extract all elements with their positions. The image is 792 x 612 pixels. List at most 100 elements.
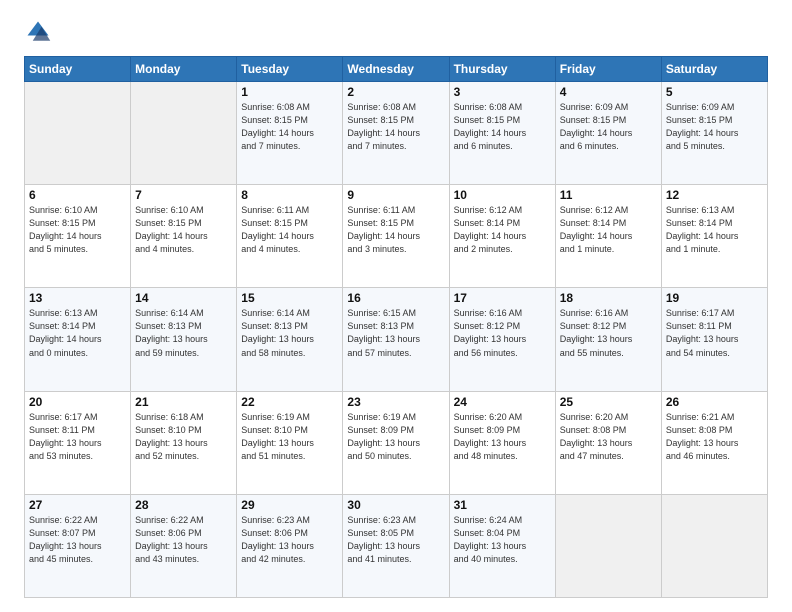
day-info: Sunrise: 6:15 AM Sunset: 8:13 PM Dayligh… [347, 307, 444, 359]
weekday-monday: Monday [131, 57, 237, 82]
weekday-friday: Friday [555, 57, 661, 82]
weekday-sunday: Sunday [25, 57, 131, 82]
day-cell: 7 Sunrise: 6:10 AM Sunset: 8:15 PM Daylig… [131, 185, 237, 288]
day-cell: 13Sunrise: 6:13 AM Sunset: 8:14 PM Dayli… [25, 288, 131, 391]
day-number: 15 [241, 291, 338, 305]
day-info: Sunrise: 6:17 AM Sunset: 8:11 PM Dayligh… [666, 307, 763, 359]
day-number: 14 [135, 291, 232, 305]
day-info: Sunrise: 6:10 AM Sunset: 8:15 PM Dayligh… [29, 204, 126, 256]
day-cell: 29 Sunrise: 6:23 AM Sunset: 8:06 PM Dayli… [237, 494, 343, 597]
day-info: Sunrise: 6:14 AM Sunset: 8:13 PM Dayligh… [241, 307, 338, 359]
day-info: Sunrise: 6:10 AM Sunset: 8:15 PM Dayligh… [135, 204, 232, 256]
day-info: Sunrise: 6:24 AM Sunset: 8:04 PM Dayligh… [454, 514, 551, 566]
day-cell: 16 Sunrise: 6:15 AM Sunset: 8:13 PM Dayli… [343, 288, 449, 391]
day-number: 1 [241, 85, 338, 99]
day-number: 31 [454, 498, 551, 512]
day-number: 22 [241, 395, 338, 409]
day-number: 17 [454, 291, 551, 305]
day-info: Sunrise: 6:16 AM Sunset: 8:12 PM Dayligh… [560, 307, 657, 359]
day-number: 16 [347, 291, 444, 305]
week-row-3: 13Sunrise: 6:13 AM Sunset: 8:14 PM Dayli… [25, 288, 768, 391]
day-cell: 10Sunrise: 6:12 AM Sunset: 8:14 PM Dayli… [449, 185, 555, 288]
logo [24, 18, 56, 46]
day-info: Sunrise: 6:19 AM Sunset: 8:09 PM Dayligh… [347, 411, 444, 463]
day-info: Sunrise: 6:11 AM Sunset: 8:15 PM Dayligh… [347, 204, 444, 256]
week-row-5: 27Sunrise: 6:22 AM Sunset: 8:07 PM Dayli… [25, 494, 768, 597]
weekday-wednesday: Wednesday [343, 57, 449, 82]
day-number: 29 [241, 498, 338, 512]
day-info: Sunrise: 6:16 AM Sunset: 8:12 PM Dayligh… [454, 307, 551, 359]
day-cell [131, 82, 237, 185]
page: SundayMondayTuesdayWednesdayThursdayFrid… [0, 0, 792, 612]
day-cell: 19 Sunrise: 6:17 AM Sunset: 8:11 PM Dayli… [661, 288, 767, 391]
logo-icon [24, 18, 52, 46]
day-number: 7 [135, 188, 232, 202]
day-number: 24 [454, 395, 551, 409]
day-info: Sunrise: 6:08 AM Sunset: 8:15 PM Dayligh… [241, 101, 338, 153]
day-cell: 25Sunrise: 6:20 AM Sunset: 8:08 PM Dayli… [555, 391, 661, 494]
day-cell: 1 Sunrise: 6:08 AM Sunset: 8:15 PM Daylig… [237, 82, 343, 185]
day-number: 30 [347, 498, 444, 512]
day-info: Sunrise: 6:17 AM Sunset: 8:11 PM Dayligh… [29, 411, 126, 463]
week-row-4: 20 Sunrise: 6:17 AM Sunset: 8:11 PM Dayli… [25, 391, 768, 494]
day-info: Sunrise: 6:21 AM Sunset: 8:08 PM Dayligh… [666, 411, 763, 463]
day-number: 26 [666, 395, 763, 409]
day-number: 4 [560, 85, 657, 99]
day-info: Sunrise: 6:20 AM Sunset: 8:09 PM Dayligh… [454, 411, 551, 463]
day-number: 12 [666, 188, 763, 202]
day-cell: 18 Sunrise: 6:16 AM Sunset: 8:12 PM Dayli… [555, 288, 661, 391]
day-number: 3 [454, 85, 551, 99]
day-info: Sunrise: 6:09 AM Sunset: 8:15 PM Dayligh… [666, 101, 763, 153]
day-cell: 12 Sunrise: 6:13 AM Sunset: 8:14 PM Dayli… [661, 185, 767, 288]
day-cell: 24 Sunrise: 6:20 AM Sunset: 8:09 PM Dayli… [449, 391, 555, 494]
day-number: 23 [347, 395, 444, 409]
day-number: 13 [29, 291, 126, 305]
day-cell: 27Sunrise: 6:22 AM Sunset: 8:07 PM Dayli… [25, 494, 131, 597]
day-cell [661, 494, 767, 597]
day-number: 11 [560, 188, 657, 202]
day-info: Sunrise: 6:12 AM Sunset: 8:14 PM Dayligh… [560, 204, 657, 256]
day-info: Sunrise: 6:12 AM Sunset: 8:14 PM Dayligh… [454, 204, 551, 256]
day-cell: 21Sunrise: 6:18 AM Sunset: 8:10 PM Dayli… [131, 391, 237, 494]
weekday-row: SundayMondayTuesdayWednesdayThursdayFrid… [25, 57, 768, 82]
day-cell: 26 Sunrise: 6:21 AM Sunset: 8:08 PM Dayli… [661, 391, 767, 494]
day-cell: 17 Sunrise: 6:16 AM Sunset: 8:12 PM Dayli… [449, 288, 555, 391]
day-cell: 31 Sunrise: 6:24 AM Sunset: 8:04 PM Dayli… [449, 494, 555, 597]
day-number: 20 [29, 395, 126, 409]
day-cell: 23 Sunrise: 6:19 AM Sunset: 8:09 PM Dayli… [343, 391, 449, 494]
calendar-header: SundayMondayTuesdayWednesdayThursdayFrid… [25, 57, 768, 82]
day-cell: 14Sunrise: 6:14 AM Sunset: 8:13 PM Dayli… [131, 288, 237, 391]
day-cell: 20 Sunrise: 6:17 AM Sunset: 8:11 PM Dayli… [25, 391, 131, 494]
day-cell: 2 Sunrise: 6:08 AM Sunset: 8:15 PM Daylig… [343, 82, 449, 185]
day-cell: 8Sunrise: 6:11 AM Sunset: 8:15 PM Daylig… [237, 185, 343, 288]
day-cell: 30Sunrise: 6:23 AM Sunset: 8:05 PM Dayli… [343, 494, 449, 597]
day-info: Sunrise: 6:23 AM Sunset: 8:06 PM Dayligh… [241, 514, 338, 566]
day-cell: 28Sunrise: 6:22 AM Sunset: 8:06 PM Dayli… [131, 494, 237, 597]
day-number: 18 [560, 291, 657, 305]
day-info: Sunrise: 6:20 AM Sunset: 8:08 PM Dayligh… [560, 411, 657, 463]
header [24, 18, 768, 46]
day-info: Sunrise: 6:08 AM Sunset: 8:15 PM Dayligh… [347, 101, 444, 153]
day-number: 9 [347, 188, 444, 202]
day-cell: 11 Sunrise: 6:12 AM Sunset: 8:14 PM Dayli… [555, 185, 661, 288]
day-info: Sunrise: 6:09 AM Sunset: 8:15 PM Dayligh… [560, 101, 657, 153]
day-number: 2 [347, 85, 444, 99]
day-info: Sunrise: 6:13 AM Sunset: 8:14 PM Dayligh… [666, 204, 763, 256]
day-number: 19 [666, 291, 763, 305]
day-info: Sunrise: 6:19 AM Sunset: 8:10 PM Dayligh… [241, 411, 338, 463]
day-cell: 15 Sunrise: 6:14 AM Sunset: 8:13 PM Dayli… [237, 288, 343, 391]
calendar: SundayMondayTuesdayWednesdayThursdayFrid… [24, 56, 768, 598]
calendar-body: 1 Sunrise: 6:08 AM Sunset: 8:15 PM Daylig… [25, 82, 768, 598]
day-cell: 6 Sunrise: 6:10 AM Sunset: 8:15 PM Daylig… [25, 185, 131, 288]
day-info: Sunrise: 6:11 AM Sunset: 8:15 PM Dayligh… [241, 204, 338, 256]
week-row-1: 1 Sunrise: 6:08 AM Sunset: 8:15 PM Daylig… [25, 82, 768, 185]
day-cell [25, 82, 131, 185]
day-number: 6 [29, 188, 126, 202]
day-number: 21 [135, 395, 232, 409]
day-number: 5 [666, 85, 763, 99]
day-cell: 9 Sunrise: 6:11 AM Sunset: 8:15 PM Daylig… [343, 185, 449, 288]
day-cell: 3Sunrise: 6:08 AM Sunset: 8:15 PM Daylig… [449, 82, 555, 185]
day-info: Sunrise: 6:22 AM Sunset: 8:06 PM Dayligh… [135, 514, 232, 566]
day-cell: 5 Sunrise: 6:09 AM Sunset: 8:15 PM Daylig… [661, 82, 767, 185]
week-row-2: 6 Sunrise: 6:10 AM Sunset: 8:15 PM Daylig… [25, 185, 768, 288]
